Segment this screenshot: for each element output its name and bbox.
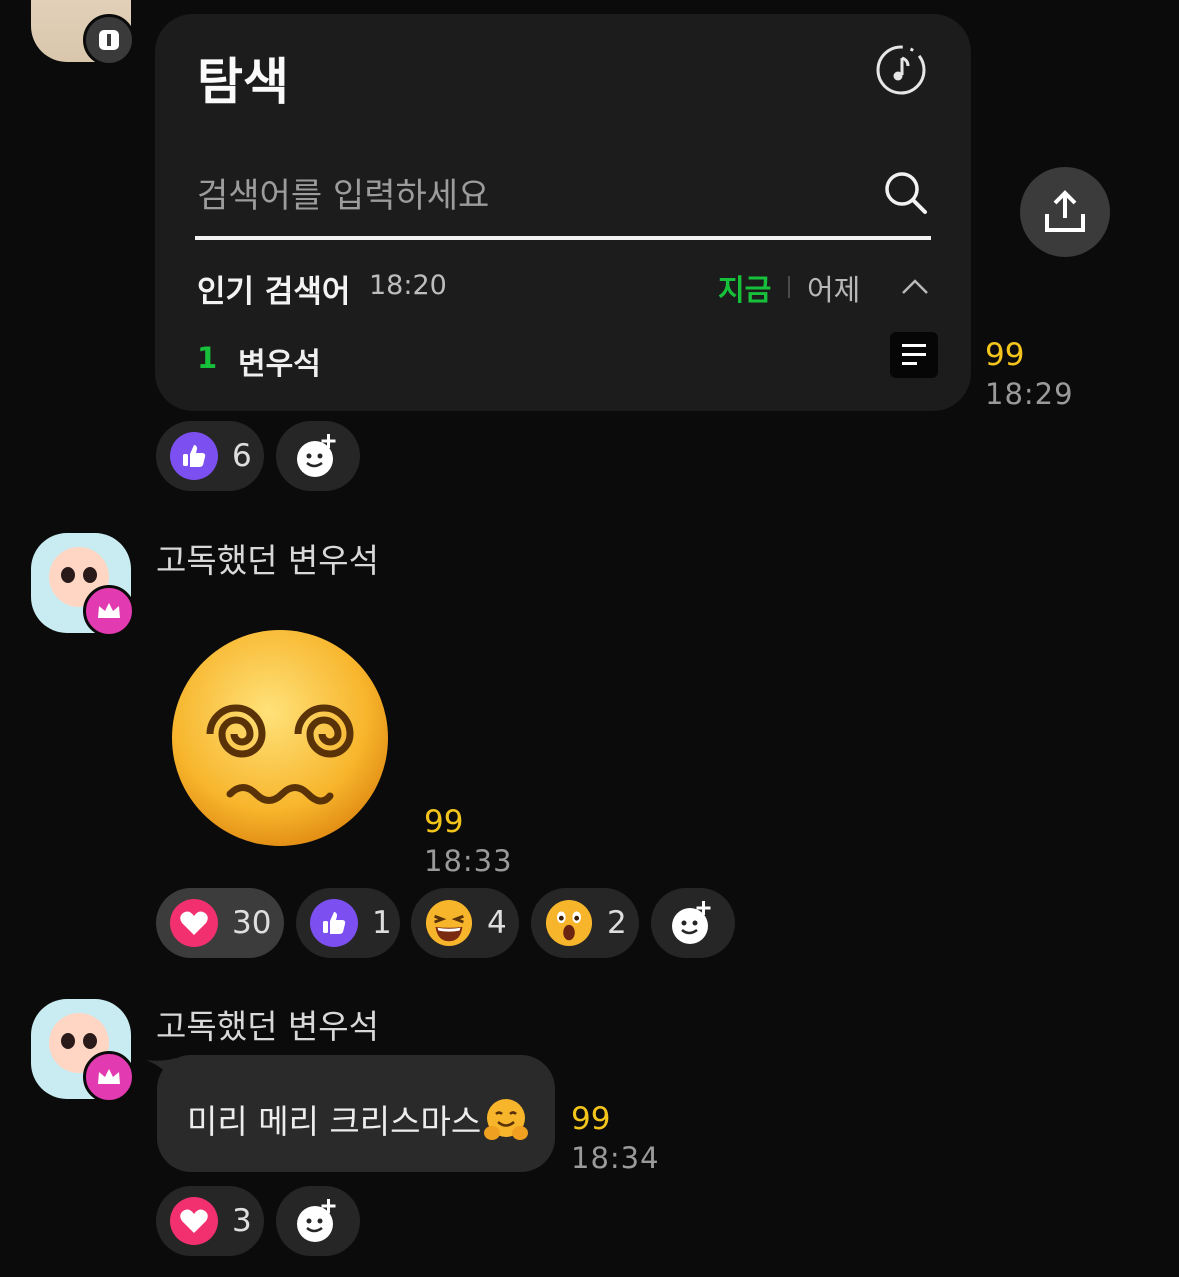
- unread-count: 99: [985, 337, 1025, 373]
- search-input[interactable]: [195, 170, 859, 222]
- music-search-icon[interactable]: [875, 44, 927, 96]
- message-time: 18:34: [571, 1141, 660, 1175]
- sender-avatar[interactable]: [31, 999, 135, 1103]
- message-text-content: 미리 메리 크리스마스: [187, 1102, 482, 1141]
- reaction-heart[interactable]: 3: [156, 1186, 264, 1256]
- laughing-face-icon: [425, 899, 473, 947]
- dizzy-face-emoji[interactable]: [168, 626, 392, 850]
- share-icon: [1045, 190, 1085, 232]
- sender-name[interactable]: 고독했던 변우석: [156, 1000, 379, 1048]
- sender-name[interactable]: 고독했던 변우석: [156, 534, 379, 582]
- search-icon[interactable]: [883, 170, 929, 216]
- crown-icon: [83, 585, 135, 637]
- unread-count: 99: [571, 1101, 611, 1137]
- sender-avatar[interactable]: [31, 533, 135, 637]
- share-button[interactable]: [1020, 167, 1110, 257]
- thumbs-up-icon: [310, 899, 358, 947]
- popular-searches-time: 18:20: [369, 270, 447, 301]
- popular-searches-title: 인기 검색어: [197, 274, 351, 310]
- message-time: 18:29: [985, 377, 1074, 411]
- add-reaction-icon: [672, 901, 711, 944]
- message-time: 18:33: [424, 844, 513, 878]
- reaction-heart[interactable]: 30: [156, 888, 284, 958]
- reaction-count: 2: [607, 905, 627, 941]
- reaction-thumbs-up[interactable]: 1: [296, 888, 400, 958]
- tab-yesterday[interactable]: 어제: [807, 267, 860, 309]
- search-bar[interactable]: [195, 164, 931, 240]
- reaction-count: 3: [232, 1203, 252, 1239]
- message-text: 미리 메리 크리스마스: [187, 1095, 529, 1143]
- heart-icon: [170, 1197, 218, 1245]
- surprised-face-icon: [545, 899, 593, 947]
- reaction-laughing[interactable]: 4: [411, 888, 519, 958]
- chevron-up-icon[interactable]: [900, 276, 930, 296]
- add-reaction-button[interactable]: [276, 1186, 360, 1256]
- reaction-count: 6: [232, 438, 252, 474]
- rank-term[interactable]: 변우석: [238, 339, 321, 383]
- app-badge-icon: [83, 14, 135, 66]
- thumbs-up-icon: [170, 432, 218, 480]
- crown-icon: [83, 1051, 135, 1103]
- menu-list-icon[interactable]: [890, 332, 938, 378]
- reaction-count: 1: [372, 905, 392, 941]
- sender-avatar[interactable]: [31, 0, 135, 66]
- message-bubble[interactable]: 미리 메리 크리스마스: [157, 1055, 555, 1172]
- tab-now[interactable]: 지금: [718, 267, 771, 309]
- rank-number: 1: [197, 341, 218, 375]
- add-reaction-icon: [297, 434, 336, 477]
- unread-count: 99: [424, 804, 464, 840]
- card-title: 탐색: [197, 53, 289, 111]
- hugging-face-emoji: [483, 1097, 529, 1143]
- reaction-count: 30: [232, 905, 272, 941]
- heart-icon: [170, 899, 218, 947]
- add-reaction-icon: [297, 1199, 336, 1242]
- reaction-thumbs-up[interactable]: 6: [156, 421, 264, 491]
- search-card: 탐색 인기 검색어 18:20 지금 어제 1 변우석: [155, 14, 971, 411]
- add-reaction-button[interactable]: [276, 421, 360, 491]
- tab-divider: [788, 276, 790, 298]
- reaction-surprised[interactable]: 2: [531, 888, 639, 958]
- reaction-count: 4: [487, 905, 507, 941]
- add-reaction-button[interactable]: [651, 888, 735, 958]
